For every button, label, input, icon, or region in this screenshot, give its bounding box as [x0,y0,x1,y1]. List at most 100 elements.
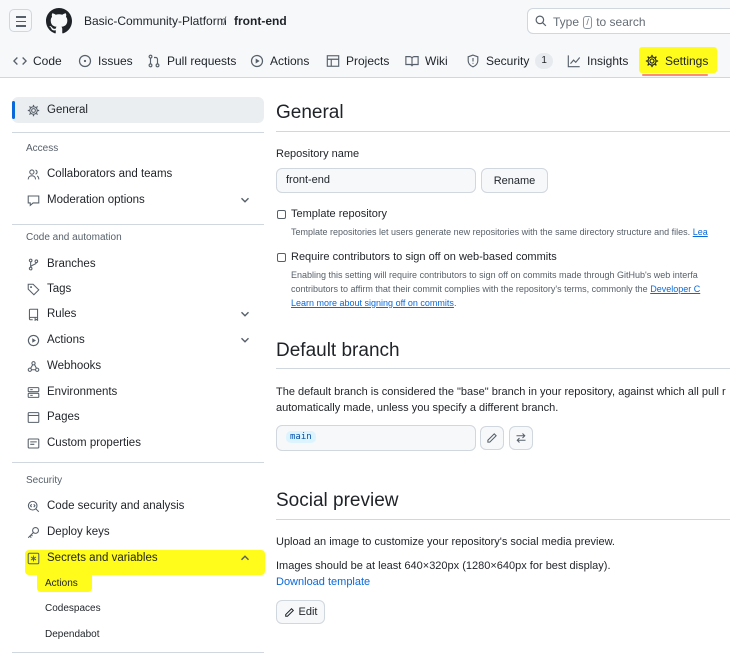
search-shortcut-key: / [583,16,592,29]
tab-security[interactable]: Security 1 [466,50,553,72]
repo-name-label: Repository name [276,148,360,160]
owner-link[interactable]: Basic-Community-Platform [84,14,227,28]
switch-branch-button[interactable] [509,426,533,450]
sidebar-item-label: Secrets and variables [47,552,158,564]
signoff-description-2: contributors to affirm that their commit… [291,284,701,294]
webhook-icon [27,360,39,372]
template-repo-title: Template repository [291,208,387,220]
tab-settings[interactable]: Settings [639,47,717,73]
sidebar-item-label: Code security and analysis [47,500,185,512]
chevron-down-icon [241,337,249,343]
sidebar-divider [12,132,264,133]
edit-button[interactable]: Edit [276,600,325,624]
sidebar-item-tags[interactable]: Tags [12,277,264,301]
menu-icon[interactable] [9,9,32,32]
shield-icon [467,54,479,68]
key-icon [27,526,39,538]
note-icon [27,438,39,448]
tab-insights[interactable]: Insights [567,50,628,72]
repo-nav: Code Issues Pull requests Actions Projec… [0,47,730,74]
sidebar-divider [12,652,264,653]
sidebar-item-label: Environments [47,386,118,398]
signoff-description-1: Enabling this setting will require contr… [291,270,698,280]
signoff-learn-link[interactable]: Learn more about signing off on commits [291,298,454,308]
rename-button[interactable]: Rename [481,168,548,193]
sidebar-item-custom-properties[interactable]: Custom properties [12,431,264,455]
search-input[interactable]: Type / to search [527,8,730,34]
sidebar-item-rules[interactable]: Rules [12,302,264,326]
tab-pull-requests[interactable]: Pull requests [147,50,236,72]
repo-push-icon [28,308,38,321]
tab-wiki[interactable]: Wiki [405,50,448,72]
sidebar-item-webhooks[interactable]: Webhooks [12,354,264,378]
sidebar-item-label: General [47,104,88,116]
sidebar-subitem-actions[interactable]: Actions [45,578,78,589]
table-icon [326,55,340,67]
sidebar-item-secrets[interactable]: Secrets and variables [12,546,264,570]
browser-icon [27,411,39,423]
sidebar-item-label: Collaborators and teams [47,168,173,180]
section-divider [276,131,730,132]
sidebar-item-deploy-keys[interactable]: Deploy keys [12,520,264,544]
chevron-down-icon [241,311,249,317]
sidebar-item-label: Deploy keys [47,526,110,538]
book-icon [405,56,419,67]
sidebar-subitem-dependabot[interactable]: Dependabot [45,629,100,640]
signoff-learn-line: Learn more about signing off on commits. [291,298,457,308]
default-branch-title: Default branch [276,340,400,361]
gear-icon [27,104,39,116]
sidebar-item-environments[interactable]: Environments [12,380,264,404]
selected-tab-underline [642,74,708,76]
sidebar-item-label: Actions [47,334,85,346]
tag-icon [27,283,40,296]
comment-icon [27,195,39,207]
sidebar-subitem-codespaces[interactable]: Codespaces [45,603,101,614]
search-icon [535,15,547,27]
arrow-switch-icon [516,433,526,443]
download-template-link[interactable]: Download template [276,576,370,588]
sidebar-item-label: Branches [47,258,96,270]
chevron-up-icon [241,555,249,561]
signoff-title: Require contributors to sign off on web-… [291,251,557,263]
social-description-1: Upload an image to customize your reposi… [276,536,615,548]
edit-branch-button[interactable] [480,426,504,450]
security-count-badge: 1 [535,53,553,69]
template-repo-checkbox[interactable] [277,210,286,219]
sidebar-divider [12,224,264,225]
server-icon [27,386,39,398]
repo-link[interactable]: front-end [234,14,287,28]
sidebar-item-collaborators[interactable]: Collaborators and teams [12,162,264,186]
github-logo-icon[interactable] [46,8,72,34]
sidebar-item-moderation[interactable]: Moderation options [12,188,264,212]
tab-code[interactable]: Code [13,50,62,72]
branch-icon [28,258,38,270]
sidebar-item-pages[interactable]: Pages [12,405,264,429]
people-icon [27,168,39,179]
chevron-down-icon [241,197,249,203]
sidebar-item-code-security[interactable]: Code security and analysis [12,494,264,518]
sidebar-item-branches[interactable]: Branches [12,252,264,276]
developer-certificate-link[interactable]: Developer C [650,284,700,294]
sidebar-item-label: Rules [47,308,77,320]
pencil-icon [284,607,294,617]
social-preview-title: Social preview [276,490,399,511]
general-title: General [276,102,344,123]
signoff-checkbox[interactable] [277,253,286,262]
pencil-icon [487,433,497,443]
sidebar-item-general[interactable]: General [12,97,264,123]
template-learn-link[interactable]: Lea [693,227,708,237]
repo-name-input[interactable]: front-end [276,168,476,193]
section-divider [276,368,730,369]
template-repo-description: Template repositories let users generate… [291,227,708,237]
gear-icon [645,54,659,68]
play-icon [27,334,39,346]
tab-actions[interactable]: Actions [250,50,309,72]
default-branch-field: main [276,425,476,451]
sidebar-item-label: Moderation options [47,194,145,206]
sidebar-item-actions[interactable]: Actions [12,328,264,352]
search-placeholder: Type / to search [553,15,646,29]
sidebar-divider [12,462,264,463]
tab-issues[interactable]: Issues [78,50,133,72]
tab-projects[interactable]: Projects [326,50,389,72]
default-branch-description-2: automatically made, unless you specify a… [276,402,559,414]
